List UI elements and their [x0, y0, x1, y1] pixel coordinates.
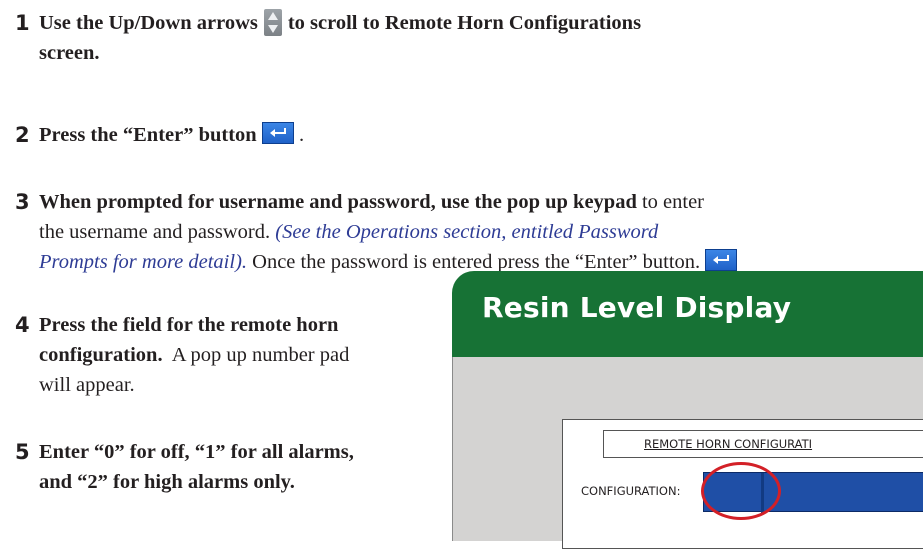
reference-text: (See the Operations section, entitled Pa… [275, 221, 659, 243]
resin-level-display-panel: Resin Level Display REMOTE HORN CONFIGUR… [452, 271, 923, 549]
step-text: configuration. [39, 344, 163, 366]
step-text: will appear. [39, 374, 135, 396]
panel-title: Resin Level Display [482, 291, 792, 324]
step-2: 2 Press the “Enter” button . [15, 120, 895, 150]
step-text: to scroll to Remote Horn Configurations [287, 12, 642, 34]
step-number: 3 [15, 190, 30, 214]
enter-arrow-icon [705, 249, 738, 271]
highlight-circle [701, 462, 781, 520]
step-number: 4 [15, 313, 30, 337]
step-3: 3 When prompted for username and passwor… [15, 187, 923, 277]
up-down-arrows-icon [263, 9, 282, 36]
step-1: 1 Use the Up/Down arrows to scroll to Rem… [15, 8, 895, 68]
step-text: Enter “0” for off, “1” for all alarms, [39, 441, 354, 463]
step-text: . [298, 124, 305, 146]
step-text: A pop up number pad [162, 344, 350, 366]
step-text: to enter [636, 191, 705, 213]
step-number: 1 [15, 11, 30, 35]
step-text: Use the Up/Down arrows [39, 12, 258, 34]
step-text: When prompted for username and password,… [39, 191, 637, 213]
screen-title: REMOTE HORN CONFIGURATI [603, 430, 923, 458]
panel-header: Resin Level Display [452, 271, 923, 357]
enter-arrow-icon [261, 122, 294, 144]
step-text: screen. [39, 42, 100, 64]
step-text: and “2” for high alarms only. [39, 471, 295, 493]
step-5: 5 Enter “0” for off, “1” for all alarms,… [15, 437, 435, 497]
remote-horn-screen: REMOTE HORN CONFIGURATI CONFIGURATION: [562, 419, 923, 549]
reference-text: Prompts for more detail). [39, 251, 248, 273]
step-text: Press the “Enter” button [39, 124, 257, 146]
step-text: Press the field for the remote horn [39, 314, 339, 336]
step-text: Once the password is entered press the “… [247, 251, 701, 273]
step-number: 2 [15, 123, 30, 147]
step-text: the username and password. [39, 221, 276, 243]
step-4: 4 Press the field for the remote horn co… [15, 310, 435, 400]
configuration-label: CONFIGURATION: [581, 484, 681, 498]
step-number: 5 [15, 440, 30, 464]
